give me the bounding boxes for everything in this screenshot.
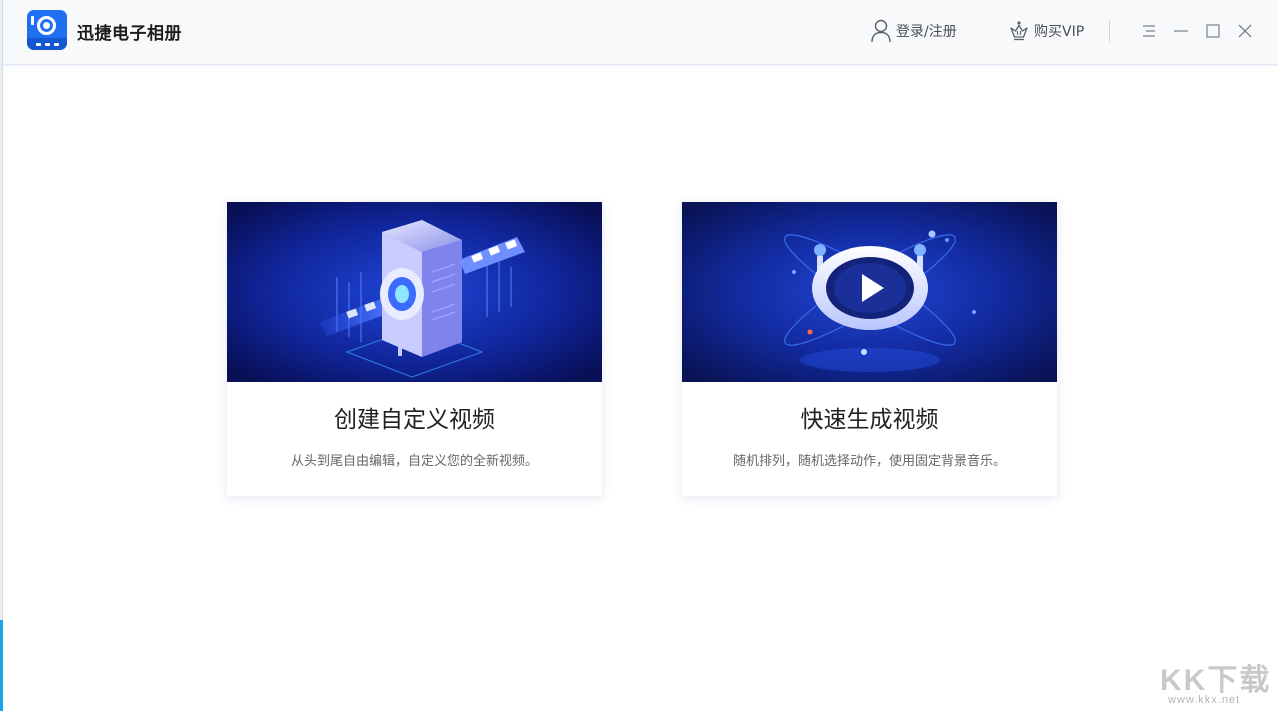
card-title: 快速生成视频	[800, 407, 939, 433]
film-projector-illustration	[227, 202, 602, 382]
menu-icon	[1143, 25, 1155, 37]
close-button[interactable]	[1232, 18, 1258, 44]
maximize-icon	[1206, 24, 1220, 38]
minimize-icon	[1174, 30, 1188, 32]
quick-generate-video-card[interactable]: 快速生成视频 随机排列，随机选择动作，使用固定背景音乐。	[682, 202, 1057, 496]
watermark-url-text: www.kkx.net	[1168, 694, 1241, 706]
card-description: 随机排列，随机选择动作，使用固定背景音乐。	[732, 454, 1006, 469]
background-window-accent	[0, 620, 3, 711]
crown-icon	[1010, 21, 1028, 41]
maximize-button[interactable]	[1200, 18, 1226, 44]
login-register-button[interactable]: 登录/注册	[870, 18, 957, 44]
menu-button[interactable]	[1136, 18, 1162, 44]
create-custom-video-card[interactable]: 创建自定义视频 从头到尾自由编辑，自定义您的全新视频。	[227, 202, 602, 496]
card-title: 创建自定义视频	[334, 407, 495, 433]
play-button-illustration	[682, 202, 1057, 382]
background-window-edge	[0, 0, 3, 711]
user-icon	[871, 19, 891, 43]
card-description: 从头到尾自由编辑，自定义您的全新视频。	[290, 454, 538, 469]
login-register-label: 登录/注册	[896, 24, 957, 40]
title-bar: 迅捷电子相册 登录/注册 购买VIP	[3, 0, 1278, 65]
buy-vip-label: 购买VIP	[1034, 24, 1085, 40]
buy-vip-button[interactable]: 购买VIP	[1008, 18, 1084, 44]
app-logo-icon	[27, 10, 67, 50]
app-title: 迅捷电子相册	[77, 24, 182, 44]
minimize-button[interactable]	[1168, 18, 1194, 44]
site-watermark: KK下载 www.kkx.net	[1160, 655, 1275, 707]
watermark-main-text: KK下载	[1160, 664, 1272, 697]
header-divider	[1109, 20, 1110, 42]
close-icon	[1238, 24, 1252, 38]
